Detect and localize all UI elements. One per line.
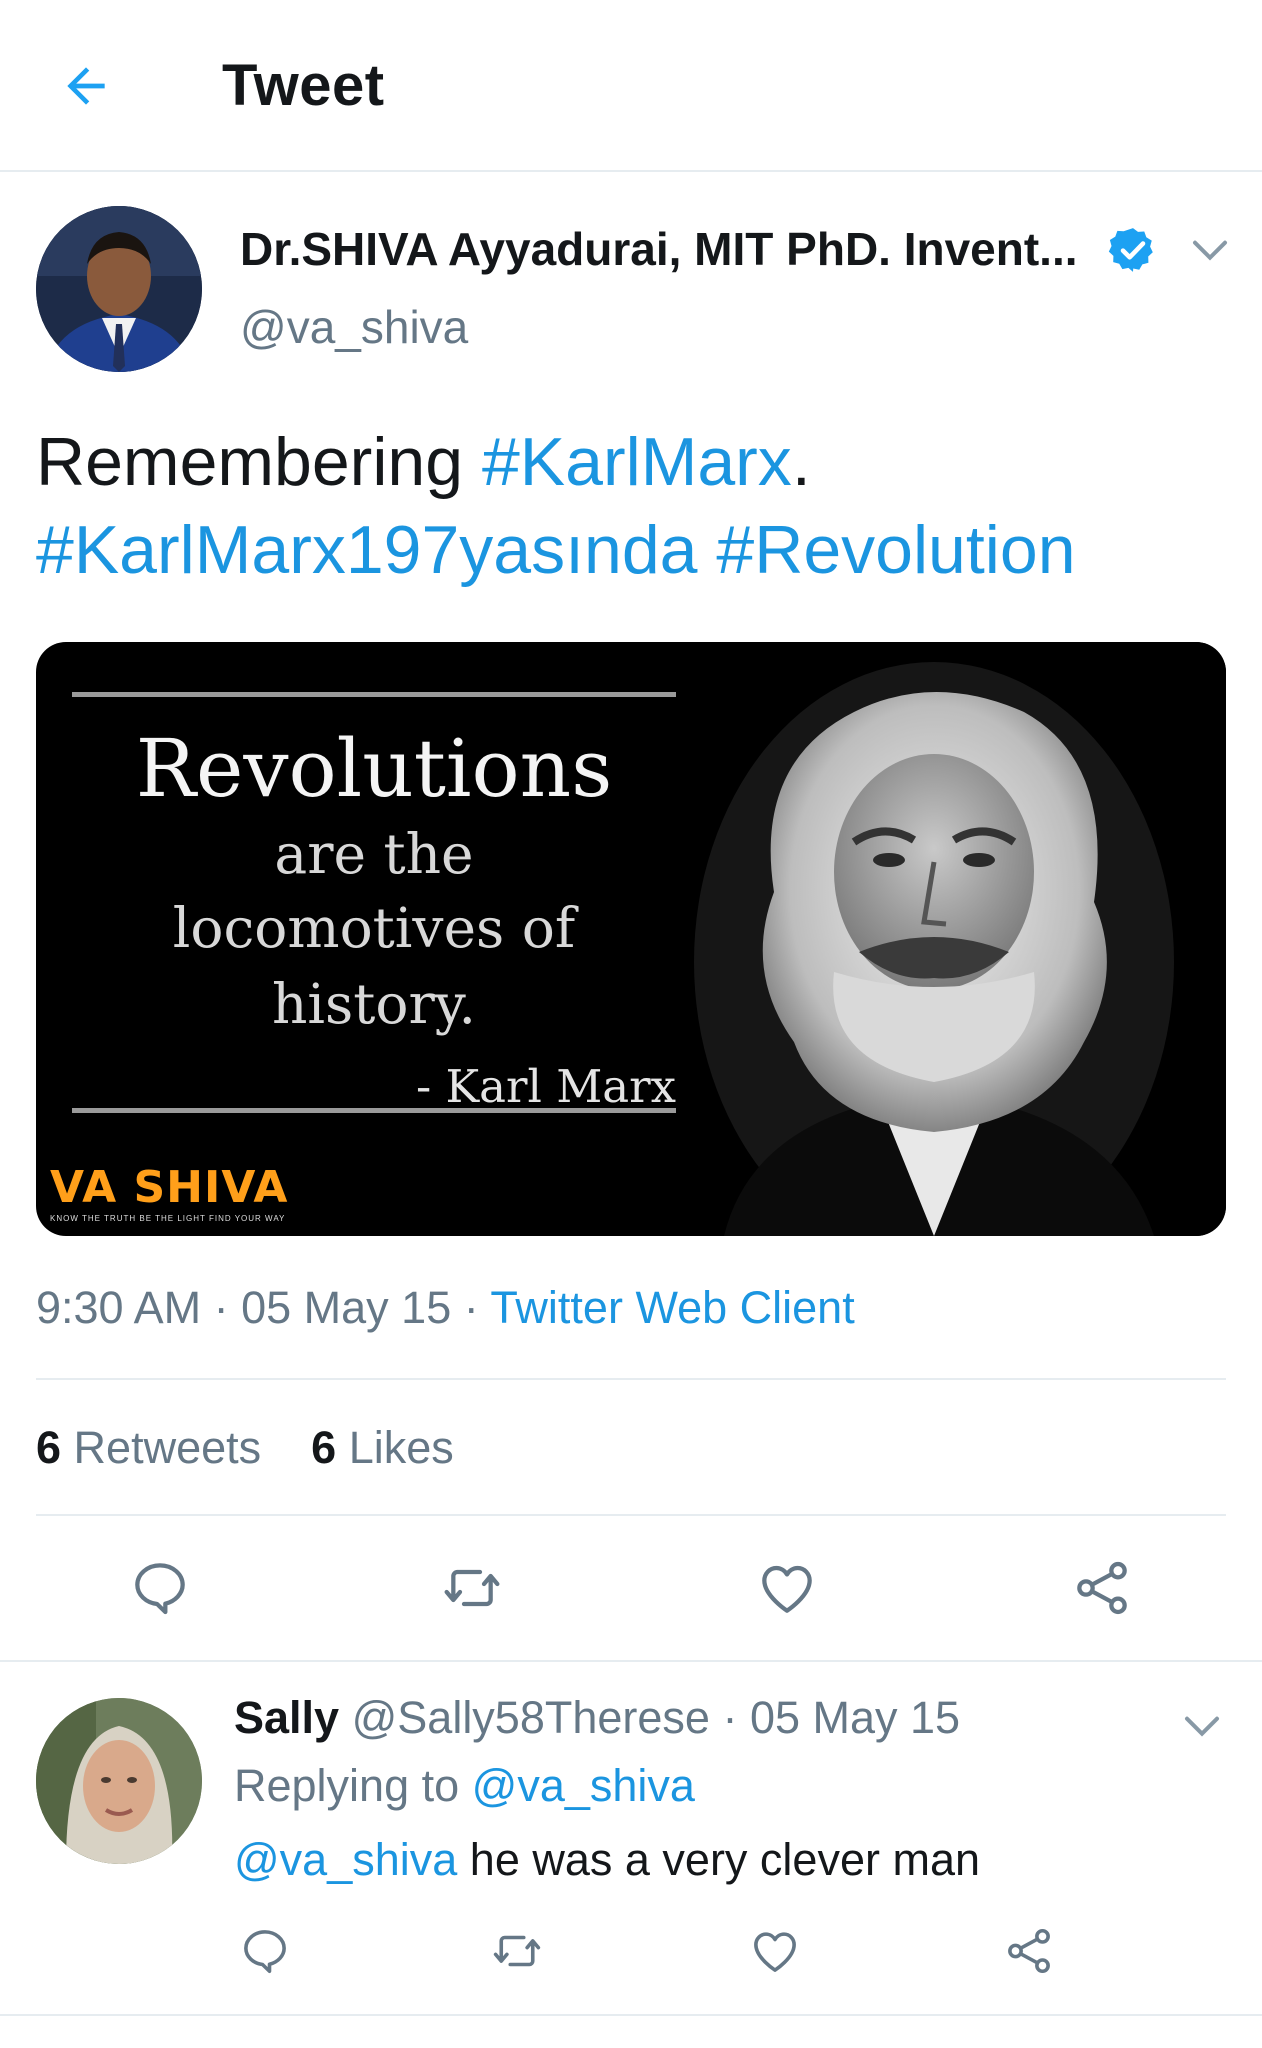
reply-header: Sally @Sally58Therese · 05 May 15 — [234, 1692, 960, 1744]
reply-author-handle[interactable]: @Sally58Therese — [352, 1692, 710, 1743]
tweet-source-link[interactable]: Twitter Web Client — [490, 1282, 854, 1333]
reply-author-name[interactable]: Sally — [234, 1692, 339, 1743]
retweets-count: 6 — [36, 1422, 62, 1473]
mention-link[interactable]: @va_shiva — [234, 1834, 457, 1885]
arrow-left-icon[interactable] — [58, 58, 114, 114]
tweet-meta: 9:30 AM · 05 May 15 · Twitter Web Client — [36, 1282, 855, 1334]
likes-stat[interactable]: 6 Likes — [311, 1422, 454, 1473]
tweet-text: Remembering #KarlMarx. #KarlMarx197yasın… — [36, 418, 1226, 594]
retweet-icon[interactable] — [490, 1924, 544, 1978]
divider — [36, 1514, 1226, 1516]
heart-icon[interactable] — [748, 1924, 802, 1978]
verified-badge-icon — [1108, 228, 1153, 272]
likes-count: 6 — [311, 1422, 337, 1473]
quote-line: Revolutions — [135, 722, 613, 815]
hashtag-link[interactable]: #KarlMarx197yasında — [36, 512, 697, 588]
reply-body: he was a very clever man — [457, 1834, 981, 1885]
meta-separator: · — [201, 1282, 242, 1333]
reply-date: 05 May 15 — [749, 1692, 961, 1743]
likes-label: Likes — [348, 1422, 454, 1473]
chevron-down-icon[interactable] — [1190, 236, 1230, 266]
divider — [36, 1378, 1226, 1380]
replying-to: Replying to @va_shiva — [234, 1760, 695, 1812]
divider — [0, 2014, 1262, 2016]
brand-logo: VA SHIVA — [50, 1162, 289, 1213]
author-name[interactable]: Dr.SHIVA Ayyadurai, MIT PhD. Invent... — [240, 222, 1078, 276]
karl-marx-portrait — [684, 642, 1226, 1236]
mention-link[interactable]: @va_shiva — [472, 1760, 695, 1811]
heart-icon[interactable] — [755, 1556, 819, 1620]
author-avatar[interactable] — [36, 206, 202, 372]
reply-icon[interactable] — [128, 1556, 192, 1620]
quote-line: are the — [274, 822, 474, 886]
quote-author: - Karl Marx — [416, 1060, 676, 1113]
tweet-text-prefix: Remembering — [36, 424, 482, 500]
author-handle[interactable]: @va_shiva — [240, 300, 468, 354]
chevron-down-icon[interactable] — [1182, 1712, 1222, 1742]
reply-author-avatar[interactable] — [36, 1698, 202, 1864]
meta-separator: · — [451, 1282, 491, 1333]
quote-line: locomotives of — [172, 896, 576, 960]
tweet-time: 9:30 AM — [36, 1282, 202, 1333]
quote-rule-top — [72, 692, 676, 697]
reply-text: @va_shiva he was a very clever man — [234, 1834, 980, 1886]
tweet-stats: 6 Retweets 6 Likes — [36, 1422, 454, 1474]
retweets-label: Retweets — [73, 1422, 262, 1473]
hashtag-link[interactable]: #Revolution — [716, 512, 1075, 588]
tweet-text-period: . — [791, 424, 811, 500]
divider — [0, 1660, 1262, 1662]
tweet-media-image[interactable]: Revolutions are the locomotives of histo… — [36, 642, 1226, 1236]
retweets-stat[interactable]: 6 Retweets — [36, 1422, 261, 1473]
meta-separator: · — [709, 1692, 750, 1743]
quote-line: history. — [272, 972, 476, 1036]
top-bar: Tweet — [0, 0, 1262, 172]
reply-icon[interactable] — [238, 1924, 292, 1978]
retweet-icon[interactable] — [440, 1556, 504, 1620]
hashtag-link[interactable]: #KarlMarx — [482, 424, 792, 500]
share-icon[interactable] — [1002, 1924, 1056, 1978]
tweet-date: 05 May 15 — [241, 1282, 452, 1333]
quote-rule-bottom — [72, 1108, 676, 1113]
brand-tagline: KNOW THE TRUTH BE THE LIGHT FIND YOUR WA… — [50, 1214, 286, 1223]
page-title: Tweet — [222, 53, 385, 118]
share-icon[interactable] — [1070, 1556, 1134, 1620]
replying-to-label: Replying to — [234, 1760, 472, 1811]
